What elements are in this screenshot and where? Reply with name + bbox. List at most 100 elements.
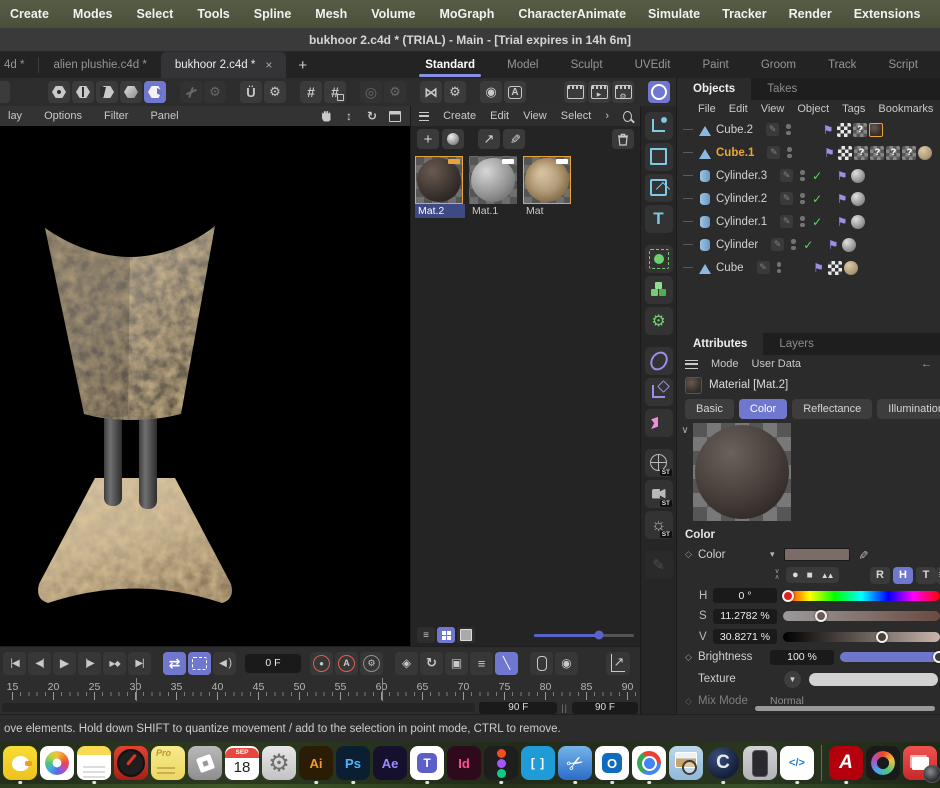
gap[interactable] [645,542,673,548]
gap[interactable] [168,81,178,103]
material-thumbnail[interactable]: Mat.1 [469,156,519,218]
color-swatch[interactable] [784,548,850,561]
hamburger-menu-icon[interactable] [419,112,429,121]
indesign-dock-icon[interactable]: Id [447,746,481,780]
iphone-mirroring-dock-icon[interactable] [743,746,777,780]
material-name[interactable]: Mat.1 [469,204,519,218]
gap[interactable] [468,81,478,103]
polygons-mode-button[interactable] [96,81,118,103]
flag-tag[interactable] [835,215,849,229]
eyedropper-button[interactable] [503,129,525,149]
gap[interactable] [636,81,646,103]
object-type-icon[interactable] [698,192,711,205]
gap[interactable] [408,81,418,103]
falloff-button[interactable] [360,81,382,103]
object-type-icon[interactable] [698,146,711,159]
checker-tag[interactable] [837,123,851,137]
keyframe-settings-button[interactable] [360,652,383,675]
layout-tab[interactable]: Standard [419,56,481,75]
gap[interactable] [348,81,358,103]
menubar-item[interactable]: Extensions [854,7,921,21]
chrome-dock-icon[interactable] [632,746,666,780]
material-menu-item[interactable]: View [523,110,547,122]
hamburger-menu-icon[interactable] [685,360,698,369]
attributes-menu-item[interactable]: Mode [711,358,739,370]
render-settings-button[interactable] [612,81,634,103]
new-material-button[interactable] [417,129,439,149]
object-name[interactable]: Cube.2 [716,124,753,136]
enable-check-icon[interactable]: ✓ [812,192,824,206]
new-standard-material-button[interactable] [442,129,464,149]
record-pla-button[interactable] [495,652,518,675]
object-row[interactable]: Cube.1 ✓ [677,141,940,164]
anim-dot-icon[interactable]: ◇ [685,652,698,663]
deformer-icon[interactable] [645,307,673,335]
edit-toggle-icon[interactable] [780,169,793,182]
material-gray-tag[interactable] [842,238,856,252]
edit-toggle-icon[interactable] [780,215,793,228]
enable-check-icon[interactable]: ✓ [812,215,824,229]
photoshop-dock-icon[interactable]: Ps [336,746,370,780]
motion-record-button[interactable] [530,652,553,675]
gap[interactable] [385,652,393,675]
layout-tab[interactable]: Script [883,56,924,75]
axis-mode-button[interactable] [180,81,202,103]
object-mode-button[interactable] [120,81,142,103]
material-thumbnail[interactable]: Mat.2 [415,156,465,218]
points-mode-button[interactable] [48,81,70,103]
cinema4d-dock-icon[interactable] [706,746,740,780]
shading-tab[interactable]: Reflectance [792,399,872,419]
gap[interactable] [645,236,673,242]
object-row[interactable]: Cylinder.1 ✓ [677,210,940,233]
layout-tab[interactable]: UVEdit [629,56,677,75]
record-parameters-button[interactable] [470,652,493,675]
object-tree-empty[interactable] [677,279,940,333]
record-position-button[interactable] [395,652,418,675]
visibility-dots[interactable] [791,239,796,250]
sound-button[interactable] [213,652,236,675]
edges-mode-button[interactable] [72,81,94,103]
visibility-dots[interactable] [786,124,791,135]
objects-menu-item[interactable]: Tags [842,103,865,115]
horizontal-scrollbar[interactable] [755,706,935,711]
null-axis-icon[interactable] [645,378,673,406]
edit-toggle-icon[interactable] [757,261,770,274]
spectrum-mode-icon[interactable] [821,570,833,580]
material-tan-tag[interactable] [844,261,858,275]
camera-object-icon[interactable]: ST [645,480,673,508]
gap[interactable] [520,652,528,675]
photo-app-dock-icon[interactable] [903,746,937,780]
cloner-icon[interactable] [645,276,673,304]
shading-tab[interactable]: Illumination [877,399,940,419]
flag-tag[interactable] [835,192,849,206]
relative-record-button[interactable] [555,652,578,675]
pro-notes-dock-icon[interactable]: Pro [151,746,185,780]
material-thumbnail[interactable]: Mat [523,156,573,218]
menubar-item[interactable]: Spline [254,7,292,21]
menubar-item[interactable]: MoGraph [439,7,494,21]
vscode-dock-icon[interactable]: </> [780,746,814,780]
texture-field[interactable] [809,673,938,686]
gap[interactable] [288,81,298,103]
object-row[interactable]: Cube.2 ✓ [677,118,940,141]
material-manager-empty[interactable] [411,222,640,624]
material-menu-item[interactable]: Select [561,110,592,122]
flag-tag[interactable] [822,146,836,160]
color-space-button[interactable]: R [870,567,890,584]
saturation-slider[interactable] [783,611,940,621]
spline-pen-icon[interactable] [645,112,673,140]
object-row[interactable]: Cube ✓ [677,256,940,279]
anim-dot-icon[interactable]: ◇ [685,549,698,560]
gauge-dock-icon[interactable] [114,746,148,780]
timeline-ticks[interactable] [0,692,640,701]
dock-separator[interactable] [821,745,822,781]
make-editable-icon[interactable] [645,551,673,579]
menubar-item[interactable]: Mesh [315,7,347,21]
flag-tag[interactable] [812,261,826,275]
object-name[interactable]: Cylinder.2 [716,193,767,205]
viewport-menu-item[interactable]: Options [44,110,82,122]
material-menu-item[interactable]: › [605,110,609,122]
record-scale-button[interactable] [445,652,468,675]
material-preview[interactable] [523,156,571,204]
saturation-value-field[interactable]: 11.2782 % [713,609,777,624]
